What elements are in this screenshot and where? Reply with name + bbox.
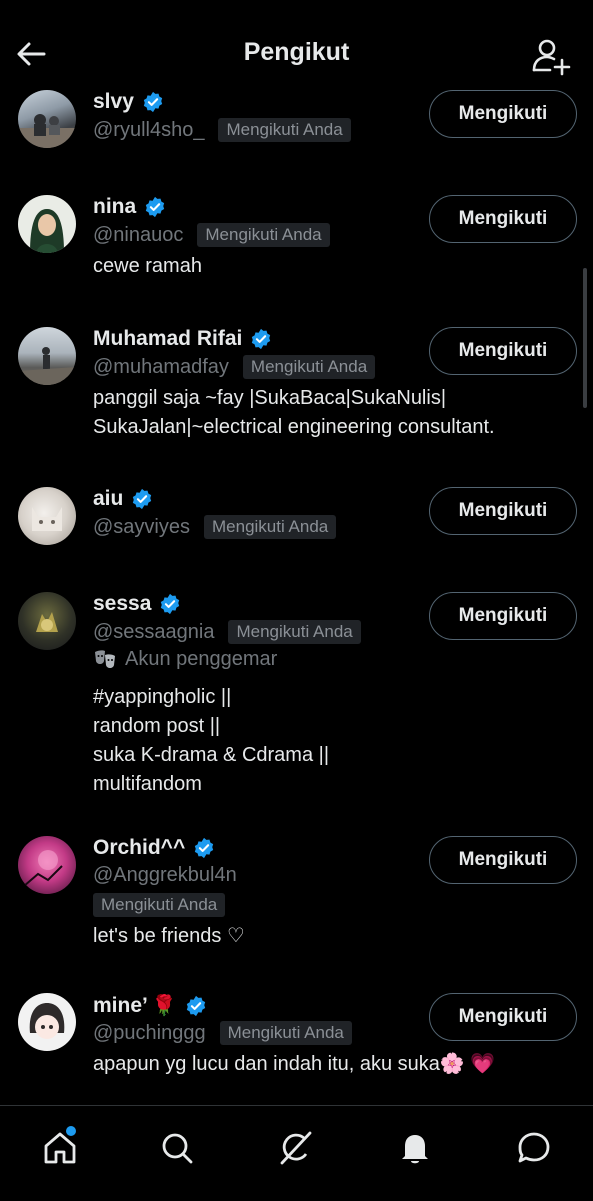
follows-you-tag: Mengikuti Anda [204, 515, 337, 539]
messages-icon[interactable] [514, 1128, 554, 1168]
avatar[interactable] [18, 487, 76, 545]
handle: @ryull4sho_ [93, 118, 205, 141]
follows-you-tag: Mengikuti Anda [197, 223, 330, 247]
verified-badge-icon [161, 593, 180, 615]
following-button[interactable]: Mengikuti [429, 195, 577, 243]
bio-line: panggil saja ~fay |SukaBaca|SukaNulis| [93, 387, 447, 409]
handle: @muhamadfay [93, 355, 229, 378]
handle: @Anggrekbul4n [93, 864, 237, 886]
display-name-text: mine’ [93, 993, 148, 1017]
bio-line: cewe ramah [93, 255, 202, 277]
scrollbar[interactable] [583, 268, 587, 408]
grok-icon[interactable] [276, 1128, 316, 1168]
handle-line: @puchinggg Mengikuti Anda [93, 1021, 352, 1045]
avatar[interactable] [18, 993, 76, 1051]
follows-you-tag: Mengikuti Anda [218, 118, 351, 142]
display-name[interactable]: sessa [93, 592, 181, 616]
verified-badge-icon [133, 488, 152, 510]
bio: apapun yg lucu dan indah itu, aku suka🌸 … [93, 1050, 573, 1079]
bio-line: multifandom [93, 773, 202, 795]
avatar[interactable] [18, 592, 76, 650]
bio: let's be friends ♡ [93, 922, 573, 951]
fan-account-label: Akun penggemar [93, 648, 277, 671]
following-button[interactable]: Mengikuti [429, 592, 577, 640]
display-name-text: sessa [93, 592, 152, 615]
bio-line: let's be friends ♡ [93, 925, 245, 947]
bottom-nav [0, 1105, 593, 1201]
add-person-icon[interactable] [528, 36, 572, 76]
display-name-text: nina [93, 195, 137, 218]
display-name[interactable]: nina [93, 195, 166, 219]
fan-account-text: Akun penggemar [125, 648, 278, 670]
bio: panggil saja ~fay |SukaBaca|SukaNulis| S… [93, 384, 573, 442]
home-notification-dot [66, 1126, 76, 1136]
display-name-text: aiu [93, 487, 124, 510]
handle: @puchinggg [93, 1021, 206, 1044]
following-button[interactable]: Mengikuti [429, 993, 577, 1041]
bio: cewe ramah [93, 252, 573, 281]
follows-you-tag: Mengikuti Anda [228, 620, 361, 644]
avatar[interactable] [18, 90, 76, 148]
follows-you-tag: Mengikuti Anda [242, 355, 376, 379]
handle: @sessaagnia [93, 620, 215, 643]
handle-line: @ninauoc Mengikuti Anda [93, 223, 330, 247]
verified-badge-icon [252, 328, 271, 350]
following-button[interactable]: Mengikuti [429, 327, 577, 375]
handle-line: @sayviyes Mengikuti Anda [93, 515, 337, 539]
verified-badge-icon [195, 837, 214, 859]
following-button[interactable]: Mengikuti [429, 487, 577, 535]
rose-emoji: 🌹 [151, 995, 177, 1017]
verified-badge-icon [146, 196, 165, 218]
bio-line: random post || [93, 715, 221, 737]
bio-line: suka K-drama & Cdrama || [93, 744, 330, 766]
display-name[interactable]: aiu [93, 487, 153, 511]
avatar[interactable] [18, 836, 76, 894]
top-bar: Pengikut [0, 0, 593, 90]
page-title: Pengikut [243, 38, 350, 66]
followers-list: slvy @ryull4sho_ Mengikuti Anda Mengikut… [0, 80, 593, 1105]
display-name[interactable]: Orchid^^ [93, 836, 215, 860]
handle: @ninauoc [93, 223, 184, 246]
follows-you-tag: Mengikuti Anda [93, 893, 226, 917]
handle-line: @sessaagnia Mengikuti Anda [93, 620, 361, 644]
following-button[interactable]: Mengikuti [429, 90, 577, 138]
verified-badge-icon [143, 91, 163, 113]
handle-line: @ryull4sho_ Mengikuti Anda [93, 118, 351, 142]
avatar[interactable] [18, 327, 76, 385]
verified-badge-icon [186, 995, 205, 1016]
following-button[interactable]: Mengikuti [429, 836, 577, 884]
display-name[interactable]: Muhamad Rifai [93, 327, 272, 351]
bio-line: #yappingholic || [93, 686, 232, 708]
bio-line: apapun yg lucu dan indah itu, aku suka🌸 … [93, 1053, 496, 1075]
handle: @sayviyes [93, 515, 190, 538]
display-name[interactable]: slvy [93, 90, 164, 114]
bio-line: SukaJalan|~electrical engineering consul… [93, 416, 495, 438]
bio: #yappingholic || random post || suka K-d… [93, 683, 573, 799]
theater-masks-icon [95, 649, 115, 668]
handle-line: @Anggrekbul4n [93, 864, 237, 887]
follows-you-tag: Mengikuti Anda [219, 1021, 352, 1045]
search-icon[interactable] [157, 1128, 197, 1168]
display-name[interactable]: mine’ 🌹 [93, 993, 207, 1018]
display-name-text: Orchid^^ [93, 836, 186, 859]
handle-line: @muhamadfay Mengikuti Anda [93, 355, 376, 379]
display-name-text: Muhamad Rifai [93, 327, 243, 350]
notifications-icon[interactable] [395, 1128, 435, 1168]
avatar[interactable] [18, 195, 76, 253]
display-name-text: slvy [93, 90, 134, 113]
